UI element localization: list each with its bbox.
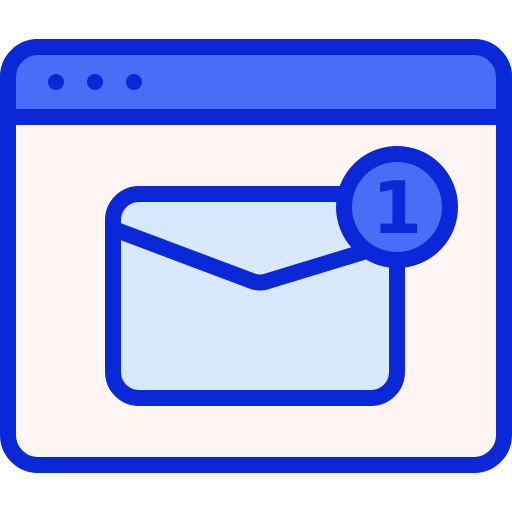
window-dot-3 (126, 74, 142, 90)
window-dot-2 (87, 74, 103, 90)
window-dot-1 (48, 74, 64, 90)
icon-canvas: 1 (0, 0, 512, 512)
browser-mail-notification-icon: 1 (0, 39, 512, 473)
browser-titlebar (0, 39, 512, 125)
notification-count: 1 (372, 166, 422, 250)
